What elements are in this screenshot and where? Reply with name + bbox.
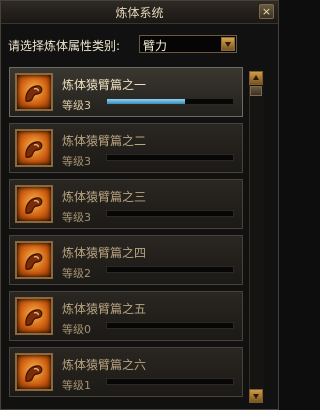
close-button[interactable]: × bbox=[259, 4, 274, 19]
item-name: 炼体猿臂篇之四 bbox=[62, 246, 147, 260]
arm-skill-icon bbox=[15, 185, 53, 223]
arm-skill-icon bbox=[15, 73, 53, 111]
item-level: 等级3 bbox=[62, 99, 91, 112]
arm-skill-icon bbox=[15, 129, 53, 167]
progress-bar bbox=[106, 154, 234, 161]
scroll-up-button[interactable] bbox=[249, 71, 263, 85]
item-level: 等级2 bbox=[62, 267, 91, 280]
attribute-category-value: 臂力 bbox=[143, 39, 168, 53]
scrollbar-thumb[interactable] bbox=[250, 86, 262, 96]
scrollbar-track[interactable] bbox=[249, 71, 264, 403]
item-name: 炼体猿臂篇之三 bbox=[62, 190, 147, 204]
window-title: 炼体系统 bbox=[115, 6, 164, 20]
scroll-down-button[interactable] bbox=[249, 389, 263, 403]
item-level: 等级3 bbox=[62, 211, 91, 224]
refining-system-window: 炼体系统 × 请选择炼体属性类别: 臂力 炼体猿臂篇之一 等级3 炼体猿臂篇之二… bbox=[0, 0, 279, 410]
skill-list: 炼体猿臂篇之一 等级3 炼体猿臂篇之二 等级3 炼体猿臂篇之三 等级3 炼体猿臂… bbox=[5, 59, 243, 403]
list-item[interactable]: 炼体猿臂篇之三 等级3 bbox=[9, 179, 243, 229]
item-name: 炼体猿臂篇之一 bbox=[62, 78, 147, 92]
arm-skill-icon bbox=[15, 297, 53, 335]
item-level: 等级3 bbox=[62, 155, 91, 168]
arm-skill-icon bbox=[15, 241, 53, 279]
progress-fill bbox=[107, 99, 186, 104]
list-item[interactable]: 炼体猿臂篇之五 等级0 bbox=[9, 291, 243, 341]
title-bar[interactable]: 炼体系统 × bbox=[1, 1, 278, 24]
progress-bar bbox=[106, 378, 234, 385]
attribute-category-select[interactable]: 臂力 bbox=[139, 35, 237, 53]
item-level: 等级0 bbox=[62, 323, 91, 336]
list-item[interactable]: 炼体猿臂篇之二 等级3 bbox=[9, 123, 243, 173]
item-name: 炼体猿臂篇之五 bbox=[62, 302, 147, 316]
list-item[interactable]: 炼体猿臂篇之一 等级3 bbox=[9, 67, 243, 117]
progress-bar bbox=[106, 266, 234, 273]
item-level: 等级1 bbox=[62, 379, 91, 392]
item-name: 炼体猿臂篇之二 bbox=[62, 134, 147, 148]
progress-bar bbox=[106, 210, 234, 217]
item-name: 炼体猿臂篇之六 bbox=[62, 358, 147, 372]
list-item[interactable]: 炼体猿臂篇之六 等级1 bbox=[9, 347, 243, 397]
chevron-down-icon[interactable] bbox=[221, 37, 235, 51]
arm-skill-icon bbox=[15, 353, 53, 391]
attribute-category-label: 请选择炼体属性类别: bbox=[8, 39, 121, 53]
list-item[interactable]: 炼体猿臂篇之四 等级2 bbox=[9, 235, 243, 285]
progress-bar bbox=[106, 98, 234, 105]
progress-bar bbox=[106, 322, 234, 329]
